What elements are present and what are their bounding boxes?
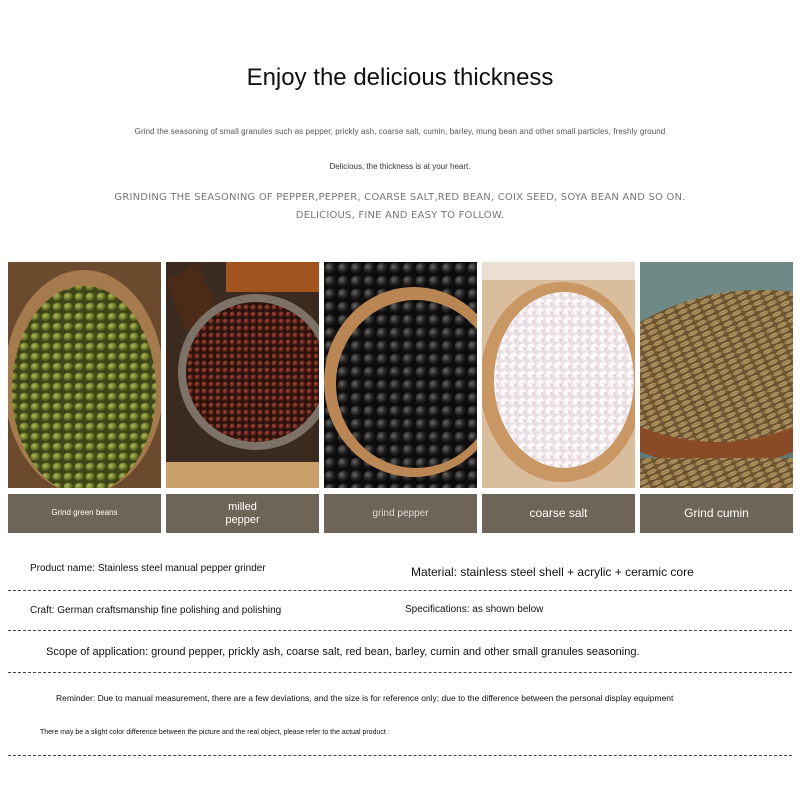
reminder-line-1: Reminder: Due to manual measurement, the… — [56, 693, 674, 703]
caption-coarse-salt: coarse salt — [482, 494, 635, 533]
caption-grind-pepper: grind pepper — [324, 494, 477, 533]
product-name: Product name: Stainless steel manual pep… — [30, 563, 266, 574]
caption-milled-pepper: milled pepper — [166, 494, 319, 533]
divider — [8, 755, 792, 756]
mung-bean-photo — [8, 262, 161, 488]
material: Material: stainless steel shell + acryli… — [411, 565, 694, 579]
reminder-line-2: There may be a slight color difference b… — [40, 729, 386, 736]
page-title: Enjoy the delicious thickness — [246, 64, 554, 91]
cumin-photo — [640, 262, 793, 488]
scope-of-application: Scope of application: ground pepper, pri… — [46, 646, 640, 658]
black-pepper-photo — [324, 262, 477, 488]
specifications: Specifications: as shown below — [405, 604, 544, 615]
divider — [8, 630, 792, 631]
caps-line-2: DELICIOUS, FINE AND EASY TO FOLLOW. — [295, 210, 505, 221]
caps-line-1: GRINDING THE SEASONING OF PEPPER,PEPPER,… — [114, 192, 686, 203]
divider — [8, 590, 792, 591]
caption-mung-bean: Grind green beans — [8, 494, 161, 533]
sichuan-pepper-photo — [166, 262, 319, 488]
intro-line: Grind the seasoning of small granules su… — [134, 127, 666, 136]
caption-cumin: Grind cumin — [640, 494, 793, 533]
tagline: Delicious, the thickness is at your hear… — [329, 162, 471, 171]
divider — [8, 672, 792, 673]
craft: Craft: German craftsmanship fine polishi… — [30, 605, 282, 616]
coarse-salt-photo — [482, 262, 635, 488]
